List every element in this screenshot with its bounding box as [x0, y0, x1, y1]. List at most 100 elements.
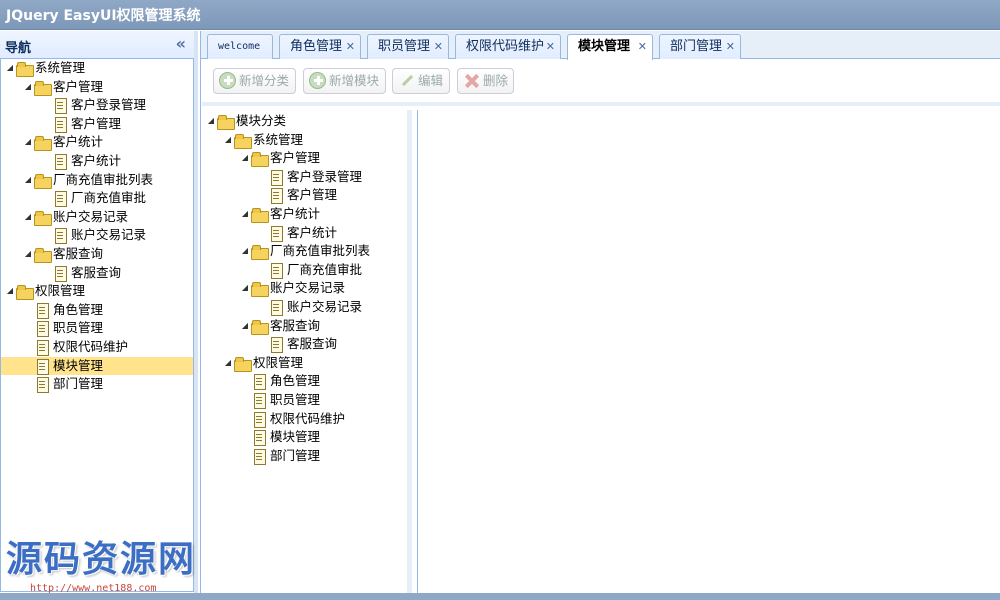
tab-label: 部门管理	[670, 39, 723, 54]
file-icon	[34, 358, 50, 375]
tree-node-label: 客户登录管理	[287, 168, 363, 184]
tree-leaf-node[interactable]: 客户管理	[202, 186, 396, 205]
tree-node-label: 客户统计	[270, 206, 321, 221]
tree-node-label: 客户管理	[53, 78, 104, 94]
tree-folder-node[interactable]: ◢ 系统管理	[1, 59, 193, 77]
module-toolbar: 新增分类 新增模块 编辑 删除	[202, 60, 1000, 106]
expand-toggle-icon[interactable]: ◢	[23, 133, 33, 151]
tree-node-label: 客户登录管理	[71, 97, 147, 113]
tree-leaf-node[interactable]: 客户统计	[1, 152, 193, 170]
file-icon	[251, 448, 267, 465]
tab[interactable]: 权限代码维护 ✕	[455, 34, 561, 59]
watermark-url: http://www.net188.com	[30, 583, 157, 594]
tab[interactable]: welcome	[207, 34, 273, 59]
module-content: ◢ 模块分类 ◢ 系统管理 ◢ 客户管理 客户登录管理 客户管理 ◢ 客户统计 客户统计 ◢ 厂商充值审…	[202, 110, 1000, 593]
nav-title: 导航	[5, 41, 32, 56]
close-icon[interactable]: ✕	[726, 35, 735, 59]
collapse-left-icon[interactable]: «	[176, 34, 186, 53]
tree-node-label: 部门管理	[53, 376, 104, 392]
close-icon[interactable]: ✕	[346, 35, 355, 59]
tab[interactable]: 角色管理 ✕	[279, 34, 361, 59]
tree-folder-node[interactable]: ◢ 客户统计	[202, 205, 396, 223]
tree-folder-node[interactable]: ◢ 权限管理	[202, 354, 396, 372]
add-category-button[interactable]: 新增分类	[213, 68, 296, 94]
tree-folder-node[interactable]: ◢ 客户统计	[1, 133, 193, 152]
tree-leaf-node[interactable]: 客户管理	[1, 115, 193, 133]
expand-toggle-icon[interactable]: ◢	[23, 245, 33, 263]
expand-toggle-icon[interactable]: ◢	[23, 78, 33, 96]
tree-node-label: 账户交易记录	[71, 227, 147, 243]
expand-toggle-icon[interactable]: ◢	[5, 59, 15, 77]
edit-button[interactable]: 编辑	[392, 68, 450, 94]
tab[interactable]: 职员管理 ✕	[367, 34, 449, 59]
delete-button[interactable]: 删除	[457, 68, 514, 94]
file-icon	[268, 188, 284, 205]
tree-node-label: 客户管理	[270, 150, 321, 166]
tree-folder-node[interactable]: ◢ 系统管理	[202, 131, 396, 149]
tree-node-label: 客户管理	[287, 187, 338, 203]
folder-icon	[251, 207, 269, 223]
expand-toggle-icon[interactable]: ◢	[240, 205, 250, 223]
tree-leaf-node[interactable]: 权限代码维护	[202, 410, 396, 428]
file-icon	[52, 191, 68, 208]
tree-folder-node[interactable]: ◢ 权限管理	[1, 282, 193, 301]
watermark-text: 源码资源网	[6, 539, 197, 580]
tree-node-label: 账户交易记录	[270, 280, 346, 296]
expand-toggle-icon[interactable]: ◢	[240, 279, 250, 297]
add-module-button[interactable]: 新增模块	[303, 68, 386, 94]
tree-node-label: 部门管理	[270, 447, 321, 463]
tree-node-label: 客服查询	[270, 317, 321, 333]
expand-toggle-icon[interactable]: ◢	[5, 282, 15, 300]
tree-folder-node[interactable]: ◢ 厂商充值审批列表	[1, 171, 193, 189]
expand-toggle-icon[interactable]: ◢	[223, 131, 233, 149]
tree-folder-node[interactable]: ◢ 客服查询	[1, 245, 193, 263]
pencil-icon	[398, 72, 415, 89]
expand-toggle-icon[interactable]: ◢	[240, 242, 250, 260]
expand-toggle-icon[interactable]: ◢	[206, 112, 216, 130]
expand-toggle-icon[interactable]: ◢	[223, 354, 233, 372]
tree-folder-node[interactable]: ◢ 账户交易记录	[1, 208, 193, 226]
expand-toggle-icon[interactable]: ◢	[240, 149, 250, 167]
close-icon[interactable]: ✕	[434, 35, 443, 59]
tree-leaf-node[interactable]: 权限代码维护	[1, 338, 193, 356]
tree-node-label: 厂商充值审批列表	[270, 243, 371, 259]
tree-leaf-node[interactable]: 角色管理	[1, 301, 193, 319]
tree-node-label: 权限代码维护	[53, 339, 129, 354]
tree-leaf-node[interactable]: 部门管理	[1, 375, 193, 394]
close-icon[interactable]: ✕	[638, 35, 647, 59]
folder-icon	[34, 247, 52, 263]
close-icon[interactable]: ✕	[546, 35, 555, 59]
tree-leaf-node[interactable]: 部门管理	[202, 447, 396, 465]
tree-leaf-node[interactable]: 账户交易记录	[1, 226, 193, 245]
expand-toggle-icon[interactable]: ◢	[240, 317, 250, 335]
tree-leaf-node[interactable]: 账户交易记录	[202, 298, 396, 316]
tab-label: 模块管理	[578, 39, 631, 54]
tree-leaf-node[interactable]: 职员管理	[202, 391, 396, 409]
tree-node-label: 权限管理	[35, 283, 86, 299]
expand-toggle-icon[interactable]: ◢	[23, 171, 33, 189]
tree-node-label: 账户交易记录	[287, 299, 363, 314]
tree-leaf-node[interactable]: 客服查询	[202, 335, 396, 354]
tree-leaf-node[interactable]: 客户登录管理	[202, 168, 396, 186]
tab[interactable]: 模块管理 ✕	[567, 34, 653, 60]
tree-leaf-node[interactable]: 客户登录管理	[1, 96, 193, 115]
main-panel: welcome 角色管理 ✕ 职员管理 ✕ 权限代码维护 ✕ 模块管理 ✕ 部门管理 ✕ 新增分类 …	[200, 31, 1000, 593]
tree-folder-node[interactable]: ◢ 厂商充值审批列表	[202, 242, 396, 261]
tab[interactable]: 部门管理 ✕	[659, 34, 741, 59]
tree-leaf-node[interactable]: 模块管理	[1, 356, 193, 375]
tree-leaf-node[interactable]: 模块管理	[202, 428, 396, 447]
tree-leaf-node[interactable]: 厂商充值审批	[1, 189, 193, 208]
tree-leaf-node[interactable]: 厂商充值审批	[202, 261, 396, 279]
tree-leaf-node[interactable]: 角色管理	[202, 372, 396, 391]
tree-leaf-node[interactable]: 客服查询	[1, 264, 193, 282]
tree-leaf-node[interactable]: 职员管理	[1, 319, 193, 338]
tree-folder-node[interactable]: ◢ 模块分类	[202, 112, 396, 130]
expand-toggle-icon[interactable]: ◢	[23, 208, 33, 226]
tree-folder-node[interactable]: ◢ 客户管理	[202, 149, 396, 168]
tree-folder-node[interactable]: ◢ 账户交易记录	[202, 279, 396, 298]
file-icon	[34, 321, 50, 338]
tree-folder-node[interactable]: ◢ 客服查询	[202, 317, 396, 335]
tree-leaf-node[interactable]: 客户统计	[202, 224, 396, 242]
tree-folder-node[interactable]: ◢ 客户管理	[1, 78, 193, 96]
nav-tree: ◢ 系统管理 ◢ 客户管理 客户登录管理 客户管理 ◢ 客户统计 客户统计 ◢ 厂商充值审批列表 厂商…	[0, 59, 194, 592]
